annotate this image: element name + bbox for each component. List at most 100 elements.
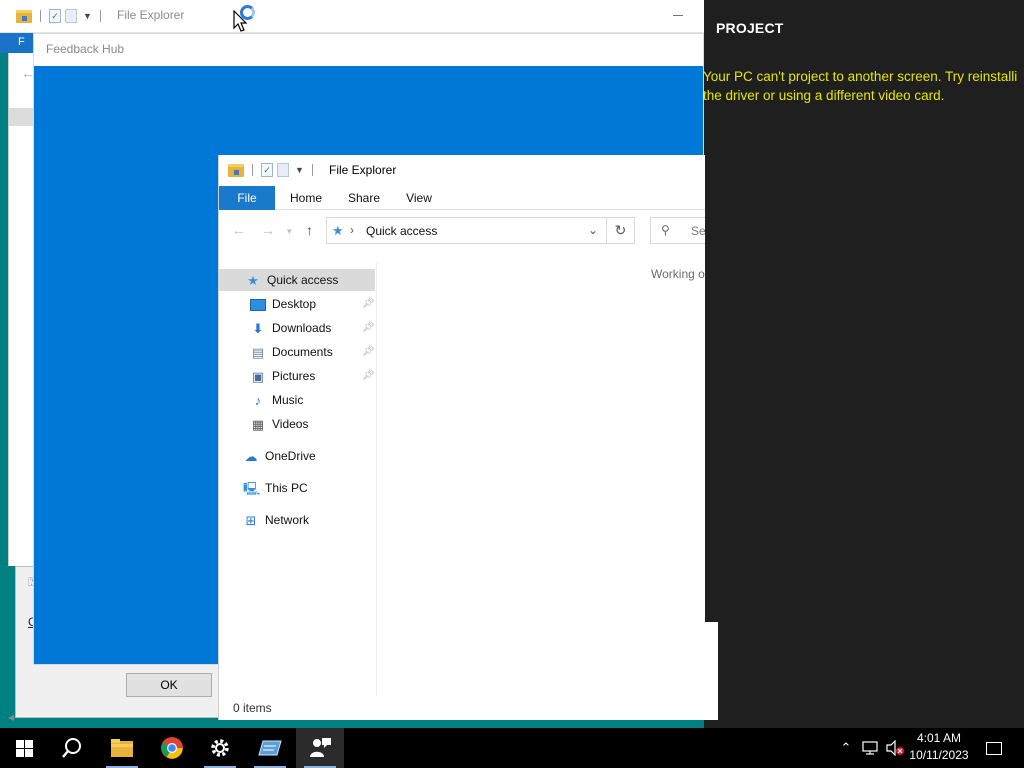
up-arrow-icon[interactable]: ↑ xyxy=(306,222,313,238)
nav-item-this-pc[interactable]: 🖳︎ This PC xyxy=(243,477,375,499)
show-hidden-icons-button[interactable]: ⌃ xyxy=(836,728,856,768)
background-file-explorer-window[interactable]: ✓ ▼ File Explorer F xyxy=(0,0,704,53)
navigation-bar: ← → ▾ ↑ ★ › Quick access ⌄ ↻ ⚲ Se xyxy=(219,213,718,247)
project-error-message: Your PC can't project to another screen.… xyxy=(703,67,1023,105)
taskbar-settings[interactable] xyxy=(196,728,244,768)
tab-home[interactable]: Home xyxy=(281,186,331,210)
nav-item-label: Documents xyxy=(272,345,333,359)
content-loading-message: Working o xyxy=(651,267,705,281)
nav-item-label: Quick access xyxy=(267,273,339,287)
nav-item-quick-access[interactable]: ★ Quick access xyxy=(219,269,375,291)
settings-icon xyxy=(211,739,229,757)
breadcrumb-chevron-icon[interactable]: › xyxy=(350,223,354,237)
address-dropdown-icon[interactable]: ⌄ xyxy=(588,223,598,237)
search-placeholder: Se xyxy=(691,224,706,238)
explorer-titlebar[interactable]: ✓ ▼ File Explorer xyxy=(219,155,718,185)
pin-icon[interactable]: 📌︎ xyxy=(362,341,375,363)
nav-item-music[interactable]: ♪ Music xyxy=(250,389,375,411)
clock-time: 4:01 AM xyxy=(916,731,962,745)
project-message-line-1: Your PC can't project to another screen.… xyxy=(703,69,1018,84)
volume-tray-button[interactable] xyxy=(884,728,906,768)
pane-divider[interactable] xyxy=(376,262,377,697)
cloud-icon: ☁ xyxy=(244,448,258,464)
volume-muted-icon xyxy=(886,740,904,756)
tab-view[interactable]: View xyxy=(395,186,443,210)
download-icon: ⬇ xyxy=(252,320,264,336)
star-icon: ★ xyxy=(247,272,259,288)
taskbar-chrome[interactable] xyxy=(148,728,196,768)
properties-icon[interactable]: ✓ xyxy=(49,9,61,23)
nav-item-downloads[interactable]: ⬇ Downloads 📌︎ xyxy=(250,317,375,339)
ok-button[interactable]: OK xyxy=(126,673,212,697)
forward-arrow-icon[interactable]: → xyxy=(261,222,275,238)
chevron-down-icon[interactable]: ▼ xyxy=(83,11,92,21)
ribbon-tabs: File Home Share View xyxy=(219,186,718,210)
taskbar-file-explorer[interactable] xyxy=(98,728,146,768)
nav-item-onedrive[interactable]: ☁ OneDrive xyxy=(243,445,375,467)
new-folder-icon[interactable] xyxy=(277,163,289,177)
desktop-icon xyxy=(250,298,266,311)
pin-icon[interactable]: 📌︎ xyxy=(362,293,375,315)
chevron-down-icon[interactable]: ▼ xyxy=(295,165,304,175)
videos-icon: ▦ xyxy=(251,416,265,432)
refresh-button[interactable]: ↻ xyxy=(607,217,635,244)
scroll-left-icon[interactable]: ◀ xyxy=(8,713,14,722)
tab-file[interactable]: File xyxy=(219,186,275,210)
tab-share[interactable]: Share xyxy=(339,186,389,210)
ribbon-letter: F xyxy=(18,36,25,48)
nav-item-desktop[interactable]: Desktop 📌︎ xyxy=(250,293,375,315)
feedback-hub-title: Feedback Hub xyxy=(46,42,125,56)
feedback-hub-titlebar[interactable]: Feedback Hub xyxy=(34,34,703,66)
start-icon xyxy=(15,739,33,757)
network-icon: ⊞ xyxy=(245,512,257,528)
project-panel-overlap xyxy=(705,155,718,622)
notification-icon xyxy=(986,741,1002,755)
nav-item-label: Videos xyxy=(272,417,309,431)
nav-item-videos[interactable]: ▦ Videos xyxy=(250,413,375,435)
minimize-icon[interactable] xyxy=(673,15,683,16)
clock-date: 10/11/2023 xyxy=(909,748,969,762)
folder-icon xyxy=(16,9,32,23)
taskbar-feedback-hub[interactable] xyxy=(296,728,344,768)
search-icon xyxy=(62,738,81,758)
pictures-icon: ▣ xyxy=(251,368,265,384)
nav-item-label: Desktop xyxy=(272,297,317,311)
nav-item-label: This PC xyxy=(265,481,308,495)
taskbar-search-button[interactable] xyxy=(48,728,96,768)
start-button[interactable] xyxy=(0,728,48,768)
nav-item-pictures[interactable]: ▣ Pictures 📌︎ xyxy=(250,365,375,387)
pin-icon[interactable]: 📌︎ xyxy=(362,365,375,387)
action-center-button[interactable] xyxy=(980,728,1008,768)
project-message-line-2: the driver or using a different video ca… xyxy=(703,88,945,103)
new-folder-icon[interactable] xyxy=(65,9,77,23)
nav-item-label: Pictures xyxy=(272,369,316,383)
recent-locations-chevron-icon[interactable]: ▾ xyxy=(287,226,292,237)
chrome-icon xyxy=(161,737,183,759)
chevron-up-icon: ⌃ xyxy=(840,740,852,755)
computer-icon: 🖳︎ xyxy=(243,480,261,496)
nav-item-label: Music xyxy=(272,393,304,407)
back-arrow-icon[interactable]: ← xyxy=(232,222,246,238)
address-bar[interactable]: ★ › Quick access ⌄ xyxy=(326,217,607,244)
quick-access-toolbar: ✓ ▼ xyxy=(228,163,317,177)
taskbar-app[interactable] xyxy=(246,728,294,768)
window-title: File Explorer xyxy=(117,8,185,22)
feedback-hub-icon xyxy=(310,738,331,757)
nav-item-label: Downloads xyxy=(272,321,332,335)
file-explorer-window[interactable]: ✓ ▼ File Explorer File Home Share View ←… xyxy=(218,155,718,720)
ribbon-file-tab-stub[interactable]: F xyxy=(0,33,34,53)
nav-item-network[interactable]: ⊞ Network xyxy=(243,509,375,531)
mouse-pointer-icon xyxy=(233,10,248,32)
nav-item-label: OneDrive xyxy=(265,449,316,463)
network-status-icon xyxy=(862,741,878,755)
nav-item-documents[interactable]: ▤ Documents 📌︎ xyxy=(250,341,375,363)
navigation-pane: ★ Quick access Desktop 📌︎ ⬇ Downloads 📌︎ ▤… xyxy=(219,262,377,697)
taskbar-clock[interactable]: 4:01 AM 10/11/2023 xyxy=(904,730,974,764)
pin-icon[interactable]: 📌︎ xyxy=(362,317,375,339)
properties-icon[interactable]: ✓ xyxy=(261,163,273,177)
project-panel: PROJECT Your PC can't project to another… xyxy=(703,0,1024,728)
music-icon: ♪ xyxy=(254,392,262,408)
folder-icon xyxy=(228,163,244,177)
search-icon: ⚲ xyxy=(661,223,670,237)
network-tray-button[interactable] xyxy=(860,728,882,768)
